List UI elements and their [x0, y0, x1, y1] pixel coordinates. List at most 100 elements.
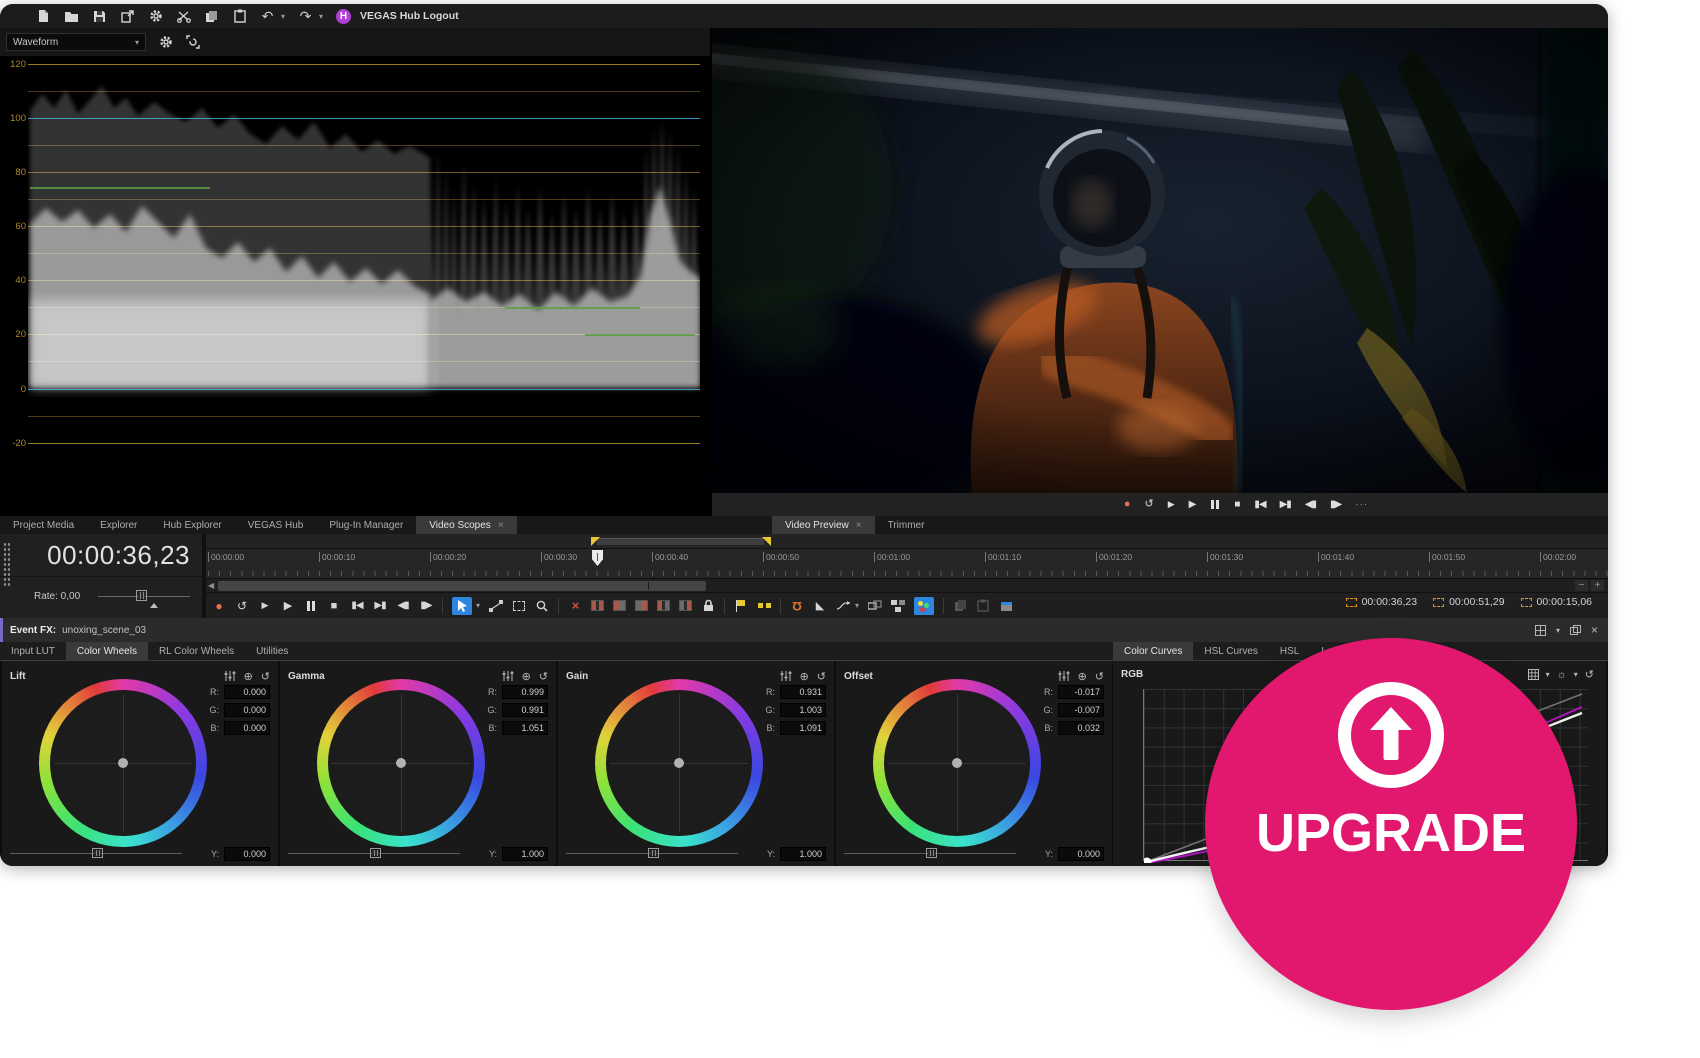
selection-end-value[interactable]: 00:00:51,29 [1449, 596, 1504, 608]
timeline-horizontal-scrollbar[interactable]: ◀ − + [206, 578, 1608, 592]
delete-icon[interactable]: × [568, 598, 582, 614]
paste-insert-icon[interactable] [999, 598, 1013, 614]
r-value[interactable]: 0.931 [780, 685, 826, 699]
open-folder-icon[interactable] [64, 9, 79, 24]
stop-icon[interactable]: ■ [327, 598, 341, 614]
zoom-tool[interactable] [535, 598, 549, 614]
trim-start-icon[interactable] [613, 600, 626, 611]
loop-playback-icon[interactable]: ↺ [235, 598, 249, 614]
project-properties-icon[interactable] [120, 9, 135, 24]
edit-tool-dropdown-icon[interactable]: ▾ [476, 601, 480, 610]
undo-dropdown-icon[interactable]: ▾ [281, 12, 285, 21]
chevron-down-icon[interactable]: ▾ [1556, 626, 1560, 635]
scroll-left-icon[interactable]: ◀ [208, 581, 214, 590]
tab-rl-color-wheels[interactable]: RL Color Wheels [148, 642, 245, 660]
luma-slider-handle[interactable] [648, 848, 659, 858]
scrollbar-thumb[interactable] [218, 581, 706, 591]
envelope-insert-icon[interactable] [836, 598, 851, 614]
loop-playback-icon[interactable]: ↺ [1144, 499, 1153, 510]
trim-end-icon[interactable] [635, 600, 648, 611]
go-to-start-icon[interactable]: ▮◀ [1254, 500, 1265, 510]
record-icon[interactable]: ● [1124, 499, 1131, 510]
redo-icon[interactable]: ↷ [298, 9, 313, 24]
g-value[interactable]: 1.003 [780, 703, 826, 717]
loop-region-bar[interactable] [597, 538, 764, 545]
y-value[interactable]: 1.000 [502, 847, 548, 861]
luma-slider-handle[interactable] [926, 848, 937, 858]
go-to-start-icon[interactable]: ▮◀ [350, 598, 364, 614]
selection-start-value[interactable]: 00:00:36,23 [1362, 596, 1417, 608]
playhead-cursor[interactable] [592, 550, 603, 566]
float-window-icon[interactable] [1570, 625, 1581, 635]
enable-snapping-icon[interactable]: Ω [790, 598, 804, 614]
tab-vegas-hub[interactable]: VEGAS Hub [235, 516, 317, 534]
tab-input-lut[interactable]: Input LUT [0, 642, 66, 660]
split-event-icon[interactable] [591, 600, 604, 611]
color-wheel[interactable] [39, 679, 207, 847]
selection-length-value[interactable]: 00:00:15,06 [1537, 596, 1592, 608]
y-value[interactable]: 1.000 [780, 847, 826, 861]
tab-hsl-curves[interactable]: HSL Curves [1193, 642, 1269, 660]
tab-hsl[interactable]: HSL [1269, 642, 1310, 660]
target-icon[interactable]: ⊕ [522, 670, 531, 683]
b-value[interactable]: 0.000 [224, 721, 270, 735]
color-wheel[interactable] [317, 679, 485, 847]
zoom-out-button[interactable]: − [1575, 580, 1588, 591]
next-frame-icon[interactable]: ▮▶ [1330, 500, 1341, 510]
redo-dropdown-icon[interactable]: ▾ [319, 12, 323, 21]
tab-hub-explorer[interactable]: Hub Explorer [150, 516, 234, 534]
sync-lock-icon[interactable] [868, 598, 882, 614]
next-frame-icon[interactable]: ▮▶ [419, 598, 433, 614]
y-value[interactable]: 0.000 [1058, 847, 1104, 861]
insert-region-icon[interactable] [757, 598, 771, 614]
tab-project-media[interactable]: Project Media [0, 516, 87, 534]
target-icon[interactable]: ⊕ [1078, 670, 1087, 683]
current-timecode[interactable]: 00:00:36,23 [14, 540, 190, 571]
target-icon[interactable]: ⊕ [800, 670, 809, 683]
luma-slider-handle[interactable] [92, 848, 103, 858]
b-value[interactable]: 0.032 [1058, 721, 1104, 735]
record-icon[interactable]: ● [212, 598, 226, 614]
scope-refresh-icon[interactable] [185, 35, 200, 50]
upgrade-badge[interactable]: UPGRADE [1205, 638, 1577, 1010]
vegas-hub-logout-label[interactable]: VEGAS Hub Logout [360, 10, 459, 22]
tab-plugin-manager[interactable]: Plug-In Manager [316, 516, 416, 534]
loop-region-end-icon[interactable] [762, 537, 771, 546]
tab-utilities[interactable]: Utilities [245, 642, 299, 660]
color-wheel[interactable] [873, 679, 1041, 847]
close-icon[interactable]: × [498, 520, 504, 531]
levels-icon[interactable] [1058, 670, 1070, 682]
envelope-dropdown-icon[interactable]: ▾ [855, 601, 859, 610]
previous-frame-icon[interactable]: ◀▮ [396, 598, 410, 614]
previous-frame-icon[interactable]: ◀▮ [1305, 500, 1316, 510]
color-wheel[interactable] [595, 679, 763, 847]
rate-up-arrow-icon[interactable] [150, 603, 158, 608]
tab-video-preview[interactable]: Video Preview× [772, 516, 875, 534]
insert-marker-icon[interactable] [734, 598, 748, 614]
tab-color-wheels[interactable]: Color Wheels [66, 642, 148, 660]
color-grading-icon[interactable] [914, 597, 934, 615]
levels-icon[interactable] [224, 670, 236, 682]
selection-tool[interactable] [512, 598, 526, 614]
reset-icon[interactable]: ↺ [1585, 668, 1594, 681]
pause-icon[interactable] [1210, 500, 1220, 509]
save-icon[interactable] [92, 9, 107, 24]
tab-video-scopes[interactable]: Video Scopes× [416, 516, 516, 534]
tab-trimmer[interactable]: Trimmer [875, 516, 938, 534]
grid-toggle-icon[interactable] [1528, 669, 1539, 680]
stop-icon[interactable]: ■ [1234, 500, 1240, 510]
loop-region-start-icon[interactable] [591, 537, 600, 546]
brightness-icon[interactable]: ☼ [1557, 669, 1567, 681]
r-value[interactable]: -0.017 [1058, 685, 1104, 699]
go-to-end-icon[interactable]: ▶▮ [1280, 500, 1291, 510]
scope-settings-gear-icon[interactable] [158, 35, 173, 50]
undo-icon[interactable]: ↶ [260, 9, 275, 24]
g-value[interactable]: -0.007 [1058, 703, 1104, 717]
levels-icon[interactable] [502, 670, 514, 682]
b-value[interactable]: 1.091 [780, 721, 826, 735]
wheel-center-dot[interactable] [118, 758, 128, 768]
luma-slider[interactable] [566, 847, 738, 859]
r-value[interactable]: 0.000 [224, 685, 270, 699]
play-icon[interactable]: ▶ [281, 598, 295, 614]
luma-slider[interactable] [10, 847, 182, 859]
